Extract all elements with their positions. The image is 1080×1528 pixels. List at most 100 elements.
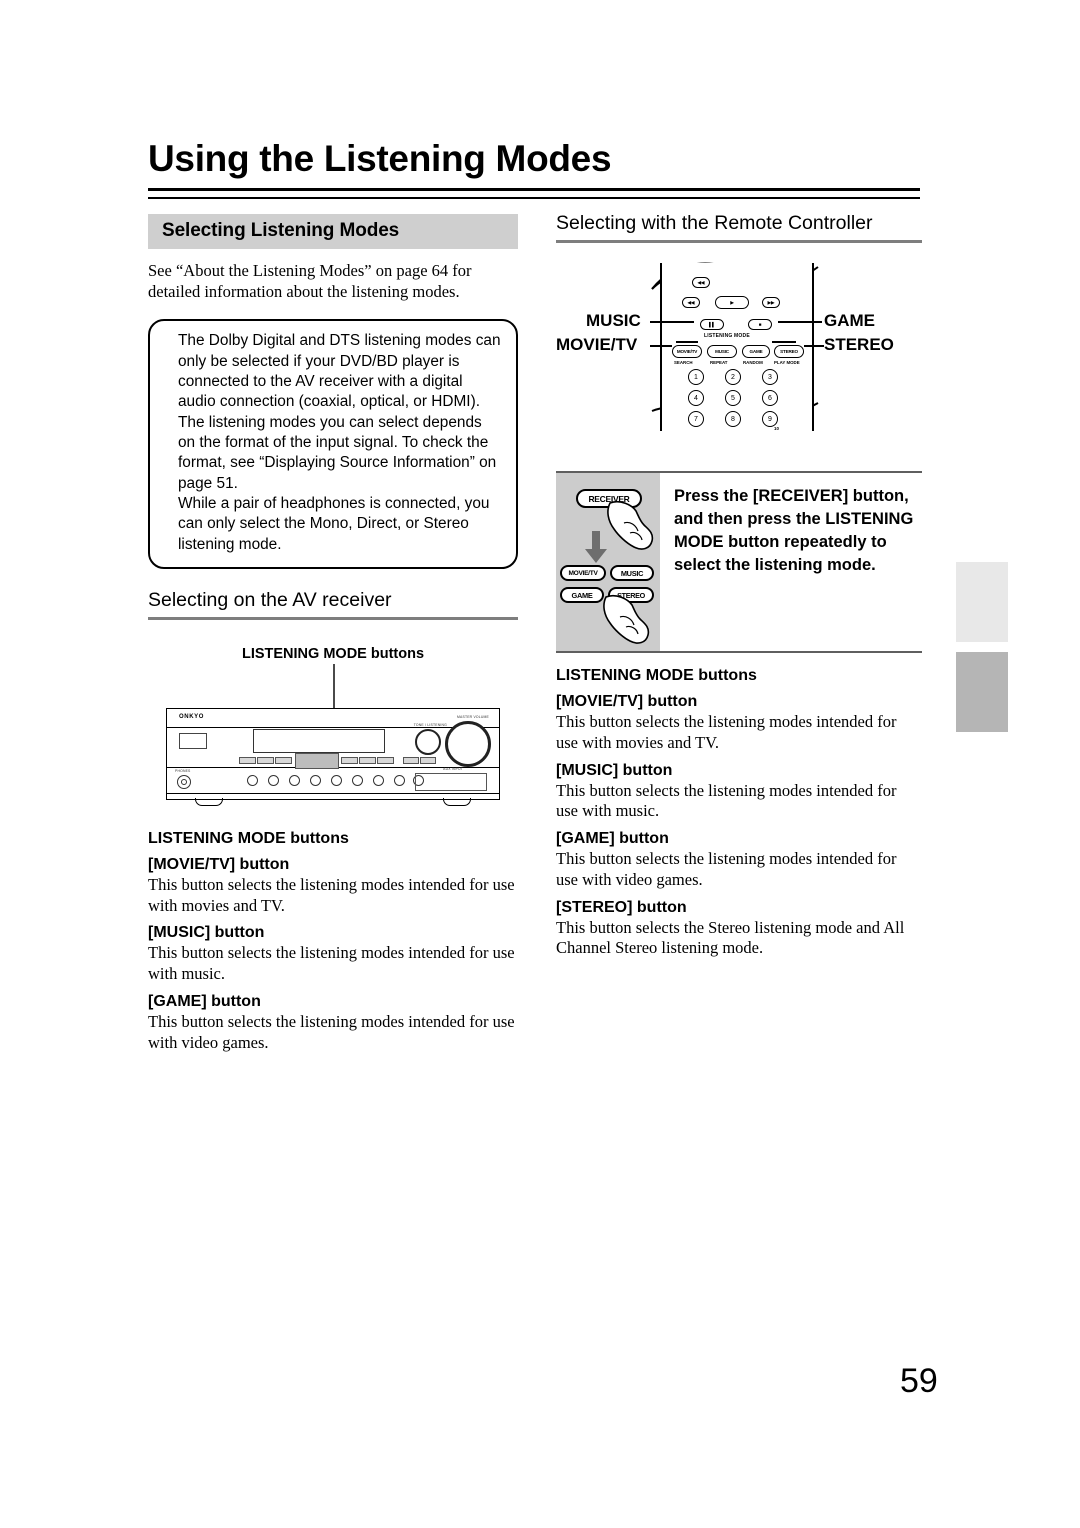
stop-icon[interactable]: ■ bbox=[748, 319, 772, 330]
definition-desc-music-remote: This button selects the listening modes … bbox=[556, 780, 897, 821]
page-number: 59 bbox=[900, 1362, 938, 1400]
leader-music bbox=[650, 321, 694, 323]
play-icon[interactable]: ▶ bbox=[715, 296, 749, 309]
onkyo-logo: ONKYO bbox=[179, 713, 205, 720]
remote-key-6[interactable]: 6 bbox=[762, 390, 778, 406]
remote-key-9[interactable]: 9 bbox=[762, 411, 778, 427]
remote-sublabel-repeat: REPEAT bbox=[710, 360, 728, 365]
remote-key-2[interactable]: 2 bbox=[725, 369, 741, 385]
remote-key-10-label: 10 bbox=[774, 426, 779, 431]
note-box: The Dolby Digital and DTS listening mode… bbox=[148, 319, 518, 569]
movie-tv-button-art[interactable]: MOVIE/TV bbox=[560, 565, 606, 581]
listening-mode-buttons-group[interactable] bbox=[295, 752, 339, 769]
definition-desc-stereo-remote: This button selects the Stereo listening… bbox=[556, 917, 905, 958]
remote-callout-game: GAME bbox=[824, 311, 875, 330]
definition-desc-game-remote: This button selects the listening modes … bbox=[556, 849, 897, 889]
master-volume-label: MASTER VOLUME bbox=[457, 714, 489, 719]
receiver-button[interactable] bbox=[420, 756, 436, 764]
input-dial[interactable] bbox=[268, 774, 279, 786]
page-title: Using the Listening Modes bbox=[148, 138, 612, 179]
input-dial[interactable] bbox=[373, 774, 384, 786]
intro-paragraph: See “About the Listening Modes” on page … bbox=[148, 261, 472, 302]
receiver-button[interactable] bbox=[275, 756, 292, 764]
definition-desc-game: This button selects the listening modes … bbox=[148, 1011, 515, 1052]
remote-key-1[interactable]: 1 bbox=[688, 369, 704, 385]
receiver-standby-panel bbox=[179, 732, 207, 749]
remote-button-stereo[interactable]: STEREO bbox=[774, 345, 804, 358]
side-index-tab-light bbox=[956, 562, 1008, 642]
definition-term-movie-tv: [MOVIE/TV] button bbox=[148, 855, 290, 873]
leader-stereo bbox=[804, 345, 824, 347]
instruction-text: Press the [RECEIVER] button, and then pr… bbox=[674, 487, 914, 575]
receiver-button[interactable] bbox=[403, 756, 419, 764]
leader-movie-tv bbox=[650, 345, 672, 347]
input-dial[interactable] bbox=[331, 774, 342, 786]
side-index-tab-dark bbox=[956, 652, 1008, 732]
remote-controller-illustration: ◀◀ ◀◀ ▶ ▶▶ ▌▌ ■ LISTENING MODE MOVIE/TV … bbox=[556, 249, 922, 445]
input-dial[interactable] bbox=[394, 774, 405, 786]
remote-button-movie-tv[interactable]: MOVIE/TV bbox=[672, 345, 702, 358]
remote-button-music[interactable]: MUSIC bbox=[707, 345, 737, 358]
music-button-art[interactable]: MUSIC bbox=[610, 565, 654, 581]
receiver-button[interactable] bbox=[377, 756, 394, 764]
tone-selector-knob[interactable] bbox=[415, 728, 441, 755]
note-paragraph-2: The listening modes you can select depen… bbox=[178, 413, 497, 492]
right-definitions: LISTENING MODE buttons [MOVIE/TV] button… bbox=[556, 667, 922, 959]
remote-key-5[interactable]: 5 bbox=[725, 390, 741, 406]
definitions-group-title: LISTENING MODE buttons bbox=[148, 829, 349, 847]
fast-forward-icon[interactable]: ▶▶ bbox=[762, 297, 780, 308]
phones-jack[interactable] bbox=[177, 774, 191, 789]
receiver-button[interactable] bbox=[359, 756, 376, 764]
remote-key-4[interactable]: 4 bbox=[688, 390, 704, 406]
instruction-panel: RECEIVER MOVIE/TV MUSIC GAME STEREO Pres… bbox=[556, 471, 922, 653]
remote-key-7[interactable]: 7 bbox=[688, 411, 704, 427]
leader-game bbox=[778, 321, 822, 323]
title-rule bbox=[148, 188, 920, 199]
definition-desc-movie-tv: This button selects the listening modes … bbox=[148, 874, 515, 915]
receiver-button[interactable] bbox=[341, 756, 358, 764]
definition-term-movie-tv-remote: [MOVIE/TV] button bbox=[556, 693, 698, 710]
input-dial[interactable] bbox=[289, 774, 300, 786]
remote-sublabel-play-mode: PLAY MODE bbox=[774, 360, 800, 365]
remote-key-8[interactable]: 8 bbox=[725, 411, 741, 427]
remote-callout-music: MUSIC bbox=[586, 311, 641, 330]
aux-input-panel[interactable] bbox=[415, 772, 487, 791]
rewind-icon[interactable]: ◀◀ bbox=[682, 297, 700, 308]
pointing-hand-icon-lower bbox=[603, 594, 650, 644]
sub-heading-rule-remote bbox=[556, 240, 922, 243]
right-column: Selecting with the Remote Controller ◀◀ … bbox=[556, 212, 922, 959]
prev-track-icon[interactable]: ◀◀ bbox=[692, 277, 710, 288]
bracket-left bbox=[676, 341, 698, 343]
tone-listening-label: TONE / LISTENING bbox=[413, 722, 447, 727]
input-dial[interactable] bbox=[352, 774, 363, 786]
receiver-panel-divider-bottom bbox=[167, 792, 499, 794]
pointing-hand-icon bbox=[607, 500, 654, 550]
phones-label: PHONES bbox=[175, 768, 191, 773]
left-definitions: LISTENING MODE buttons [MOVIE/TV] button… bbox=[148, 830, 518, 1054]
receiver-button[interactable] bbox=[257, 756, 274, 764]
receiver-front-panel: ONKYO MASTER VOLUME TONE / LISTENING PHO… bbox=[166, 707, 500, 806]
receiver-foot bbox=[195, 797, 223, 806]
master-volume-knob[interactable] bbox=[445, 720, 491, 767]
pause-icon[interactable]: ▌▌ bbox=[700, 319, 724, 330]
definition-desc-music: This button selects the listening modes … bbox=[148, 943, 515, 984]
definition-desc-movie-tv-remote: This button selects the listening modes … bbox=[556, 712, 897, 752]
av-receiver-illustration: ONKYO MASTER VOLUME TONE / LISTENING PHO… bbox=[148, 663, 518, 816]
definition-term-game: [GAME] button bbox=[148, 992, 261, 1010]
receiver-button[interactable] bbox=[239, 756, 256, 764]
input-dial[interactable] bbox=[247, 774, 258, 786]
remote-button-game[interactable]: GAME bbox=[742, 345, 770, 358]
note-paragraph-3: While a pair of headphones is connected,… bbox=[178, 494, 490, 553]
section-banner-heading: Selecting Listening Modes bbox=[148, 214, 518, 249]
remote-key-3[interactable]: 3 bbox=[762, 369, 778, 385]
sub-heading-rule bbox=[148, 616, 518, 620]
input-dial[interactable] bbox=[310, 774, 321, 786]
sub-heading-av-receiver: Selecting on the AV receiver bbox=[148, 588, 392, 611]
remote-callout-movie-tv: MOVIE/TV bbox=[556, 335, 638, 354]
receiver-display-window bbox=[253, 728, 385, 753]
definition-term-game-remote: [GAME] button bbox=[556, 830, 669, 848]
remote-callout-stereo: STEREO bbox=[824, 335, 894, 354]
left-column: Selecting Listening Modes See “About the… bbox=[148, 214, 518, 1054]
note-paragraph-1: The Dolby Digital and DTS listening mode… bbox=[178, 332, 501, 411]
remote-sublabel-random: RANDOM bbox=[743, 360, 763, 365]
